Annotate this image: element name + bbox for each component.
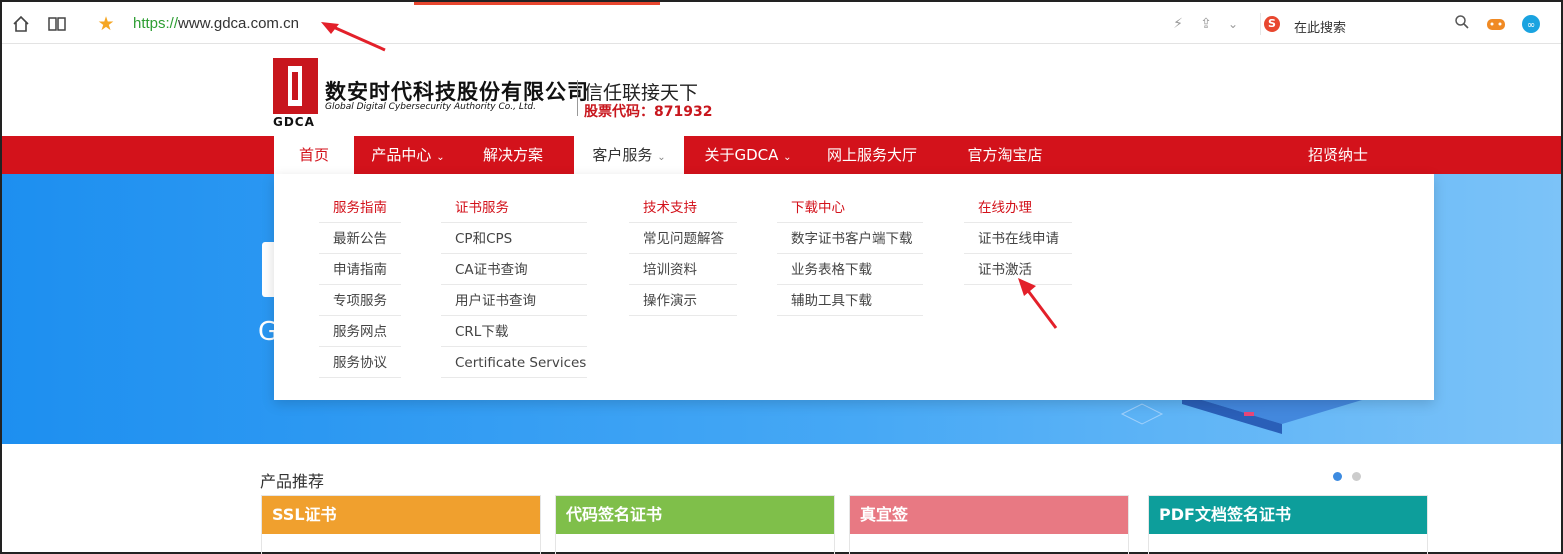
column-head[interactable]: 证书服务: [441, 192, 587, 223]
nav-customer-service[interactable]: 客户服务 ⌄: [574, 136, 684, 174]
svg-text:∞: ∞: [1527, 20, 1535, 31]
menu-item[interactable]: 数字证书客户端下载: [777, 223, 923, 254]
address-bar[interactable]: https://www.gdca.com.cn: [133, 15, 299, 32]
nav-about[interactable]: 关于GDCA ⌄: [692, 136, 804, 174]
product-card-ssl[interactable]: SSL证书: [261, 495, 541, 554]
menu-item[interactable]: CP和CPS: [441, 223, 587, 254]
menu-item[interactable]: 申请指南: [319, 254, 401, 285]
chevron-down-icon: ⌄: [657, 152, 666, 163]
bolt-icon[interactable]: ⚡: [1168, 14, 1188, 34]
share-icon[interactable]: ⇪: [1196, 14, 1216, 34]
dropdown-column-download: 下载中心 数字证书客户端下载 业务表格下载 辅助工具下载: [777, 192, 923, 316]
product-card-code-signing[interactable]: 代码签名证书: [555, 495, 835, 554]
column-head[interactable]: 技术支持: [629, 192, 737, 223]
star-icon[interactable]: ★: [96, 14, 116, 34]
annotation-arrow-url: [321, 22, 386, 52]
sogou-icon[interactable]: S: [1264, 16, 1280, 32]
menu-item[interactable]: 专项服务: [319, 285, 401, 316]
column-head[interactable]: 下载中心: [777, 192, 923, 223]
search-icon[interactable]: [1452, 14, 1472, 34]
home-icon[interactable]: [11, 14, 31, 34]
card-title: SSL证书: [262, 496, 540, 534]
menu-item[interactable]: 辅助工具下载: [777, 285, 923, 316]
reader-icon[interactable]: [47, 14, 67, 34]
menu-item[interactable]: 最新公告: [319, 223, 401, 254]
url-scheme: https://: [133, 15, 179, 32]
main-nav: 首页 产品中心 ⌄ 解决方案 客户服务 ⌄ 关于GDCA ⌄ 网上服务大厅 官方…: [2, 136, 1561, 174]
card-title: 代码签名证书: [556, 496, 834, 534]
nav-careers[interactable]: 招贤纳士: [1292, 136, 1384, 174]
menu-item[interactable]: Certificate Services: [441, 347, 587, 378]
products-title: 产品推荐: [260, 472, 325, 491]
extension-icon[interactable]: ∞: [1521, 14, 1541, 34]
search-box[interactable]: [1260, 13, 1480, 35]
header-divider: [577, 80, 578, 116]
column-head[interactable]: 服务指南: [319, 192, 401, 223]
stock-code: 股票代码：871932: [584, 104, 713, 120]
menu-item[interactable]: 培训资料: [629, 254, 737, 285]
gdca-logo[interactable]: [273, 58, 318, 114]
search-input[interactable]: 在此搜索: [1294, 17, 1346, 36]
nav-online-hall[interactable]: 网上服务大厅: [814, 136, 930, 174]
menu-item[interactable]: 服务协议: [319, 347, 401, 378]
product-card-zhenyiqian[interactable]: 真宜签: [849, 495, 1129, 554]
card-title: PDF文档签名证书: [1149, 496, 1427, 534]
menu-item[interactable]: 业务表格下载: [777, 254, 923, 285]
menu-item[interactable]: CA证书查询: [441, 254, 587, 285]
menu-item[interactable]: 证书在线申请: [964, 223, 1072, 254]
active-tab-indicator: [414, 2, 660, 5]
logo-text: GDCA: [273, 115, 315, 129]
card-title: 真宜签: [850, 496, 1128, 534]
carousel-dot-active[interactable]: [1333, 472, 1342, 481]
nav-taobao[interactable]: 官方淘宝店: [950, 136, 1060, 174]
menu-item[interactable]: 操作演示: [629, 285, 737, 316]
menu-item[interactable]: 服务网点: [319, 316, 401, 347]
customer-service-dropdown: 服务指南 最新公告 申请指南 专项服务 服务网点 服务协议 证书服务 CP和CP…: [274, 174, 1434, 400]
nav-solutions[interactable]: 解决方案: [462, 136, 564, 174]
company-name-en: Global Digital Cybersecurity Authority C…: [325, 102, 536, 112]
dropdown-column-support: 技术支持 常见问题解答 培训资料 操作演示: [629, 192, 737, 316]
url-host: www.gdca.com.cn: [178, 15, 299, 32]
carousel-dot[interactable]: [1352, 472, 1361, 481]
chevron-down-icon[interactable]: ⌄: [1223, 14, 1243, 34]
browser-toolbar: ★ https://www.gdca.com.cn ⚡ ⇪ ⌄ S 在此搜索 ∞: [2, 2, 1561, 44]
menu-item[interactable]: 常见问题解答: [629, 223, 737, 254]
game-icon[interactable]: [1486, 14, 1506, 34]
column-head[interactable]: 在线办理: [964, 192, 1072, 223]
chevron-down-icon: ⌄: [783, 152, 792, 163]
product-card-pdf-signing[interactable]: PDF文档签名证书: [1148, 495, 1428, 554]
chevron-down-icon: ⌄: [436, 152, 445, 163]
menu-item[interactable]: 用户证书查询: [441, 285, 587, 316]
annotation-arrow-activation: [1018, 278, 1058, 329]
dropdown-column-certificate: 证书服务 CP和CPS CA证书查询 用户证书查询 CRL下载 Certific…: [441, 192, 587, 378]
nav-products[interactable]: 产品中心 ⌄: [354, 136, 462, 174]
nav-home[interactable]: 首页: [274, 136, 354, 174]
dropdown-column-online: 在线办理 证书在线申请 证书激活: [964, 192, 1072, 285]
menu-item[interactable]: CRL下载: [441, 316, 587, 347]
dropdown-column-guide: 服务指南 最新公告 申请指南 专项服务 服务网点 服务协议: [319, 192, 401, 378]
